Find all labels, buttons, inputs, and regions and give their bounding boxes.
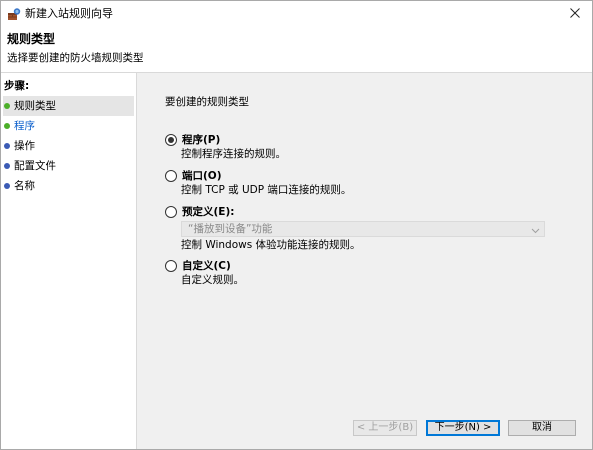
step-dot-icon (4, 163, 10, 169)
back-button[interactable]: < 上一步(B) (353, 420, 417, 436)
close-icon (570, 7, 580, 21)
firewall-wizard-icon (7, 7, 21, 21)
predefined-desc: 控制 Windows 体验功能连接的规则。 (181, 239, 361, 251)
port-radio[interactable] (165, 170, 177, 182)
next-button[interactable]: 下一步(N) > (426, 420, 500, 436)
step-action: 操作 (1, 136, 136, 156)
custom-desc: 自定义规则。 (181, 274, 244, 286)
steps-list: 规则类型 程序 操作 配置文件 名称 (1, 96, 136, 196)
step-label: 操作 (14, 140, 35, 152)
title-bar[interactable]: 新建入站规则向导 (1, 1, 592, 27)
step-label: 配置文件 (14, 160, 56, 172)
step-program[interactable]: 程序 (1, 116, 136, 136)
step-rule-type[interactable]: 规则类型 (3, 96, 134, 116)
content-pane: 要创建的规则类型 程序(P) 控制程序连接的规则。 端口(O) 控制 TCP 或… (137, 73, 592, 449)
steps-label: 步骤: (4, 80, 30, 92)
option-predefined[interactable]: 预定义(E): (165, 205, 234, 219)
step-label: 名称 (14, 180, 35, 192)
predefined-label[interactable]: 预定义(E): (182, 205, 234, 219)
step-dot-icon (4, 183, 10, 189)
option-program[interactable]: 程序(P) 控制程序连接的规则。 (165, 133, 286, 161)
wizard-window: 新建入站规则向导 规则类型 选择要创建的防火墙规则类型 步骤: 规则类型 程序 (0, 0, 593, 450)
option-custom[interactable]: 自定义(C) 自定义规则。 (165, 259, 244, 287)
predefined-select-value: “播放到设备”功能 (188, 223, 273, 235)
close-button[interactable] (558, 1, 592, 27)
option-port[interactable]: 端口(O) 控制 TCP 或 UDP 端口连接的规则。 (165, 169, 351, 197)
step-dot-icon (4, 103, 10, 109)
program-label[interactable]: 程序(P) (182, 133, 220, 147)
port-desc: 控制 TCP 或 UDP 端口连接的规则。 (181, 184, 352, 196)
chevron-down-icon (531, 225, 540, 234)
step-profile: 配置文件 (1, 156, 136, 176)
page-title: 规则类型 (7, 32, 56, 46)
step-dot-icon (4, 123, 10, 129)
program-radio[interactable] (165, 134, 177, 146)
custom-radio[interactable] (165, 260, 177, 272)
rule-type-question: 要创建的规则类型 (165, 96, 249, 108)
port-label[interactable]: 端口(O) (182, 169, 222, 183)
step-label: 程序 (14, 120, 35, 132)
page-subtitle: 选择要创建的防火墙规则类型 (7, 52, 144, 64)
predefined-select[interactable]: “播放到设备”功能 (181, 221, 545, 237)
steps-pane: 步骤: 规则类型 程序 操作 配置文件 名称 (1, 73, 136, 449)
program-desc: 控制程序连接的规则。 (181, 148, 286, 160)
cancel-button[interactable]: 取消 (508, 420, 576, 436)
predefined-radio[interactable] (165, 206, 177, 218)
step-name: 名称 (1, 176, 136, 196)
wizard-header: 规则类型 选择要创建的防火墙规则类型 (1, 27, 592, 73)
step-label: 规则类型 (14, 100, 56, 112)
window-title: 新建入站规则向导 (25, 7, 113, 20)
custom-label[interactable]: 自定义(C) (182, 259, 231, 273)
step-dot-icon (4, 143, 10, 149)
